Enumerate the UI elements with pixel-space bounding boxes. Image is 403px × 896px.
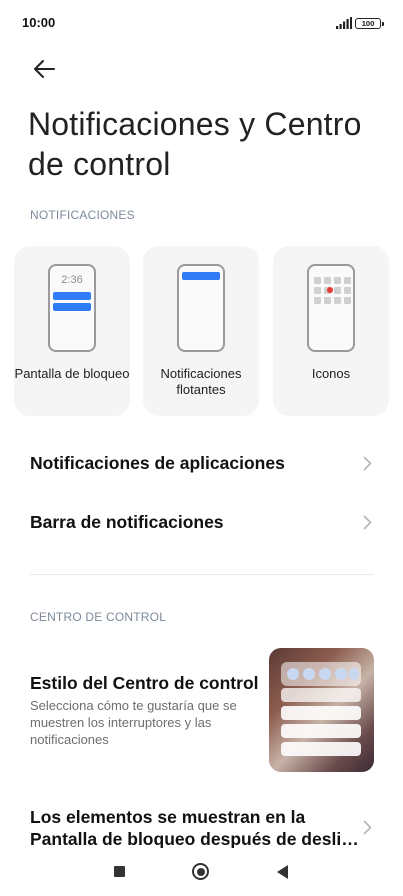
notification-bar <box>53 292 91 300</box>
phone-illustration-icons <box>307 264 355 352</box>
row-notification-bar[interactable]: Barra de notificaciones <box>30 511 375 533</box>
preview-notification <box>281 706 361 720</box>
battery-level: 100 <box>361 19 375 28</box>
page-title: Notificaciones y Centro de control <box>28 106 362 182</box>
control-style-title: Estilo del Centro de control <box>30 673 259 693</box>
row-title: Los elementos se muestran en la Pantalla… <box>30 807 359 849</box>
control-center-style-item[interactable]: Estilo del Centro de control Selecciona … <box>30 672 266 748</box>
navigation-bar <box>0 848 403 896</box>
row-title: Notificaciones de aplicaciones <box>30 453 285 473</box>
preview-notification <box>281 742 361 756</box>
phone-illustration-lockscreen: 2:36 <box>48 264 96 352</box>
row-lockscreen-elements[interactable]: Los elementos se muestran en la Pantalla… <box>30 806 375 850</box>
phone-illustration-floating <box>177 264 225 352</box>
battery-icon: 100 <box>355 18 384 29</box>
row-title: Barra de notificaciones <box>30 512 224 532</box>
card-lock-screen[interactable]: 2:36 Pantalla de bloqueo <box>14 246 130 416</box>
control-center-preview[interactable] <box>269 648 374 772</box>
chevron-right-icon <box>363 820 372 835</box>
control-style-description: Selecciona cómo te gustaría que se muest… <box>30 698 237 747</box>
preview-notification <box>281 724 361 738</box>
divider <box>30 574 374 575</box>
preview-slider <box>281 688 361 702</box>
status-time: 10:00 <box>22 15 56 30</box>
chevron-right-icon <box>363 515 372 530</box>
section-label-notifications: NOTIFICACIONES <box>30 208 135 222</box>
signal-icon <box>336 17 352 29</box>
home-icon[interactable] <box>192 863 209 880</box>
back-arrow-icon[interactable] <box>28 56 60 82</box>
card-label: Pantalla de bloqueo <box>14 366 130 381</box>
row-app-notifications[interactable]: Notificaciones de aplicaciones <box>30 452 375 474</box>
status-bar: 10:00 100 <box>0 0 403 48</box>
preview-clock: 2:36 <box>61 274 83 286</box>
card-icons[interactable]: Iconos <box>273 246 389 416</box>
card-floating-notifications[interactable]: Notificaciones flotantes <box>143 246 259 416</box>
notification-bar <box>182 272 220 280</box>
preview-toggles <box>281 662 361 686</box>
chevron-right-icon <box>363 456 372 471</box>
section-label-control-center: CENTRO DE CONTROL <box>30 610 167 624</box>
badge-dot <box>327 287 333 293</box>
nav-back-icon[interactable] <box>277 865 288 879</box>
card-label: Notificaciones flotantes <box>160 366 242 397</box>
recents-icon[interactable] <box>114 866 125 877</box>
card-label: Iconos <box>311 366 351 381</box>
notification-bar <box>53 303 91 311</box>
